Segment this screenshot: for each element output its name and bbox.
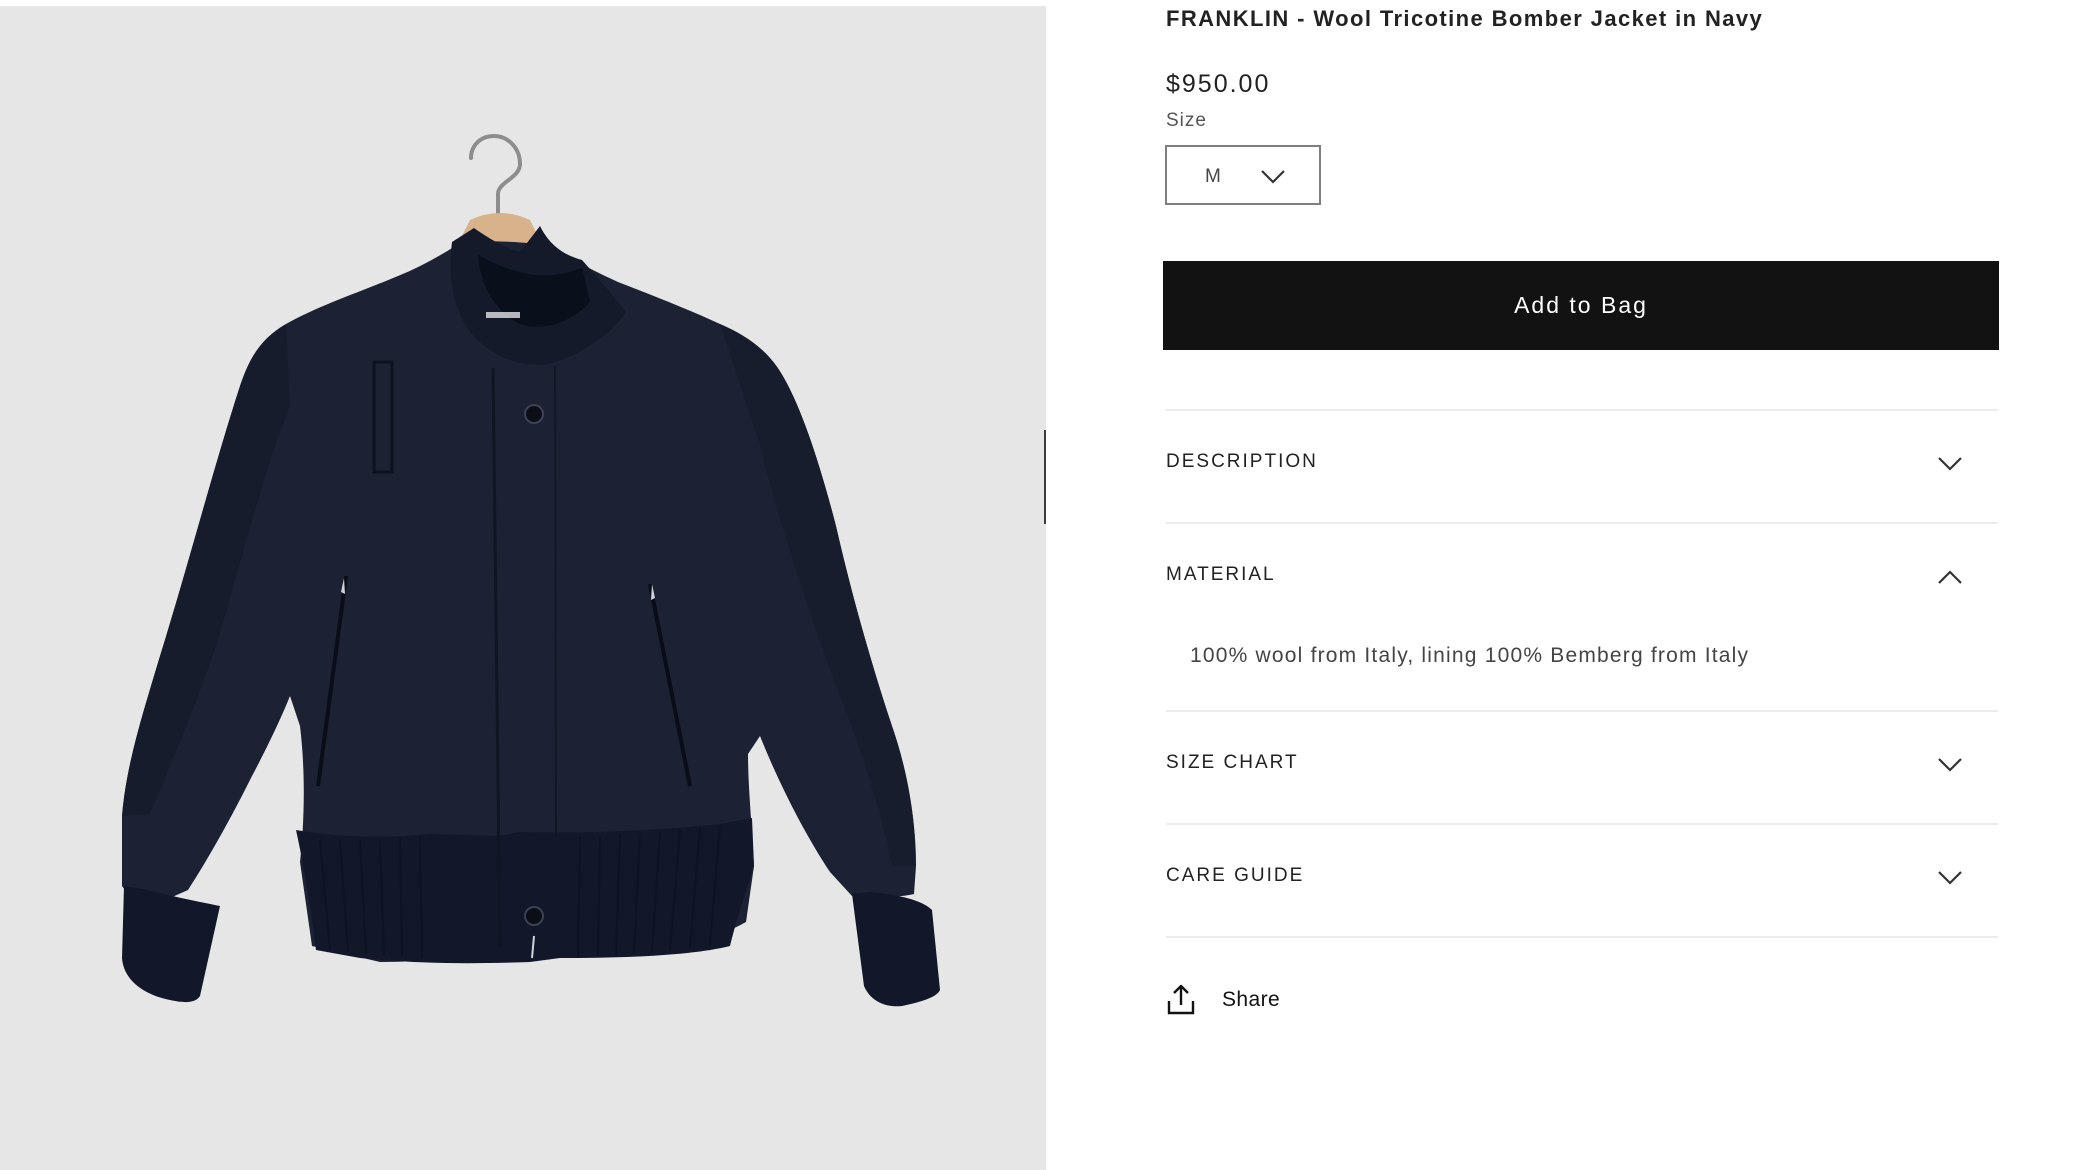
accordion-description-title: DESCRIPTION	[1166, 451, 1318, 472]
size-label: Size	[1166, 110, 1207, 131]
add-to-bag-button[interactable]: Add to Bag	[1163, 261, 1999, 350]
product-gallery[interactable]	[0, 6, 1046, 1170]
product-image[interactable]	[0, 6, 1046, 1170]
share-button[interactable]: Share	[1166, 982, 1280, 1018]
accordion-size-chart-header[interactable]: SIZE CHART	[1166, 712, 1998, 824]
chevron-down-icon	[1938, 457, 1962, 471]
chevron-down-icon	[1938, 758, 1962, 772]
accordion-size-chart-title: SIZE CHART	[1166, 752, 1299, 773]
accordion-care-guide: CARE GUIDE	[1166, 823, 1998, 936]
accordion-material-header[interactable]: MATERIAL	[1166, 524, 1998, 636]
accordion-material-title: MATERIAL	[1166, 564, 1276, 585]
accordion-material: MATERIAL 100% wool from Italy, lining 10…	[1166, 522, 1998, 710]
size-select[interactable]: M	[1165, 145, 1321, 205]
accordion-care-guide-title: CARE GUIDE	[1166, 865, 1305, 886]
accordion-description-header[interactable]: DESCRIPTION	[1166, 411, 1998, 523]
product-price: $950.00	[1166, 70, 1271, 98]
material-description: 100% wool from Italy, lining 100% Bember…	[1190, 644, 1750, 667]
product-title: FRANKLIN - Wool Tricotine Bomber Jacket …	[1166, 6, 1764, 31]
product-page: FRANKLIN - Wool Tricotine Bomber Jacket …	[0, 0, 2076, 1170]
accordion-care-guide-header[interactable]: CARE GUIDE	[1166, 825, 1998, 937]
chevron-up-icon	[1938, 570, 1962, 584]
share-label: Share	[1222, 988, 1281, 1011]
share-icon	[1167, 984, 1195, 1015]
jacket-illustration	[122, 226, 940, 1007]
accordion-size-chart: SIZE CHART	[1166, 710, 1998, 823]
chevron-down-icon	[1261, 170, 1285, 184]
gallery-slider-handle[interactable]	[1044, 430, 1046, 524]
accordion-description: DESCRIPTION	[1166, 409, 1998, 522]
chevron-down-icon	[1938, 871, 1962, 885]
divider	[1166, 936, 1998, 938]
size-selected-value: M	[1205, 166, 1222, 187]
